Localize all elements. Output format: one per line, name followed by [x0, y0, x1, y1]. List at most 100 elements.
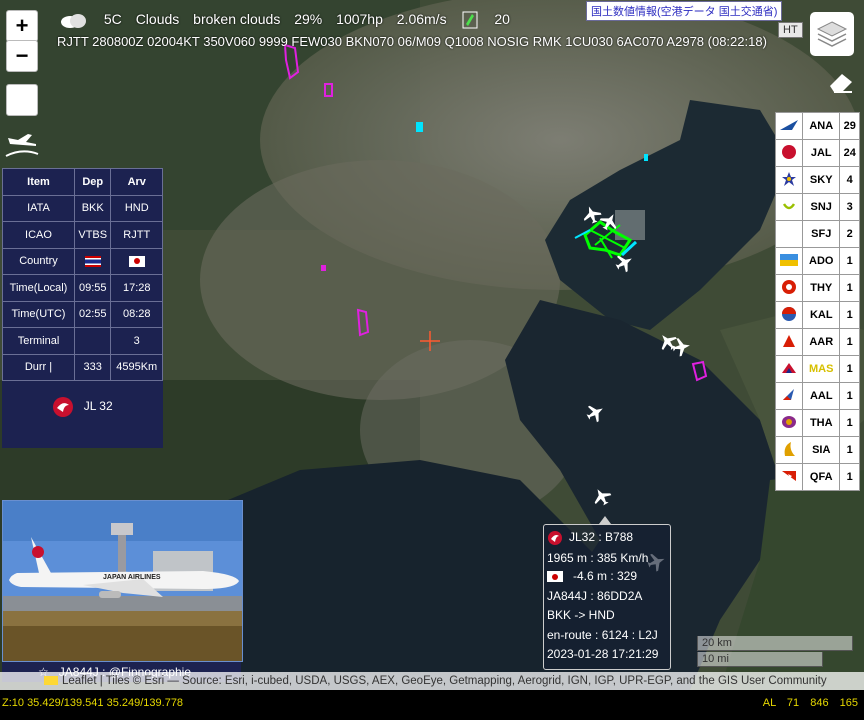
- airline-code: SNJ: [801, 193, 841, 221]
- aircraft-popup[interactable]: JL32 : B788 1965 m : 385 Km/h -4.6 m : 3…: [543, 524, 671, 670]
- table-row: ICAO VTBS RJTT: [2, 221, 163, 249]
- airdo-logo-icon: [780, 253, 798, 266]
- korean-air-logo-icon: [782, 306, 796, 321]
- layers-icon: [816, 21, 848, 47]
- table-row: Time(Local) 09:55 17:28: [2, 274, 163, 302]
- airline-count: 1: [839, 463, 860, 491]
- airline-count: 1: [839, 328, 860, 356]
- weather-temp: 5C: [103, 10, 122, 27]
- list-item[interactable]: AAL 1: [775, 382, 860, 410]
- row-arv: 17:28: [110, 274, 163, 302]
- popup-line-3: -4.6 m : 329: [547, 569, 637, 583]
- row-arv: RJTT: [110, 221, 163, 249]
- popup-altitude-speed: 1965 m : 385 Km/h: [547, 551, 649, 565]
- row-label: Time(Local): [2, 274, 75, 302]
- japan-flag-icon: [128, 255, 145, 267]
- row-arv: 4595Km: [110, 353, 163, 381]
- airline-code: MAS: [801, 355, 841, 383]
- count-1: 71: [786, 697, 800, 709]
- skymark-logo-icon: [782, 171, 796, 186]
- weather-bar: 5C Clouds broken clouds 29% 1007hp 2.06m…: [58, 10, 520, 30]
- list-item[interactable]: JAL 24: [775, 139, 860, 167]
- list-item[interactable]: AAR 1: [775, 328, 860, 356]
- list-item[interactable]: ANA 29: [775, 112, 860, 140]
- row-dep: VTBS: [73, 221, 112, 249]
- airline-count: 1: [839, 247, 860, 275]
- jal-crane-logo-icon: [53, 397, 74, 417]
- list-item[interactable]: ADO 1: [775, 247, 860, 275]
- airline-code: SIA: [801, 436, 841, 464]
- scale-km: 20 km: [697, 636, 853, 651]
- airline-code: THA: [801, 409, 841, 437]
- airline-count: 1: [839, 274, 860, 302]
- ana-logo-icon: [780, 119, 798, 130]
- header-dep: Dep: [73, 168, 112, 196]
- airline-code: KAL: [801, 301, 841, 329]
- list-item[interactable]: KAL 1: [775, 301, 860, 329]
- popup-status: en-route : 6124 : L2J: [547, 628, 658, 642]
- zoom-out-button[interactable]: −: [6, 40, 38, 72]
- airline-code: AAL: [801, 382, 841, 410]
- metar-text: RJTT 280800Z 02004KT 350V060 9999 FEW030…: [57, 34, 767, 49]
- turkish-logo-icon: [782, 279, 796, 294]
- row-dep: 333: [73, 353, 112, 381]
- row-dep: 09:55: [73, 274, 112, 302]
- popup-callsign-type: JL32 : B788: [569, 530, 634, 545]
- header-item: Item: [2, 168, 75, 196]
- map-attribution[interactable]: Leaflet | Tiles © Esri — Source: Esri, i…: [0, 672, 864, 690]
- list-item[interactable]: SKY 4: [775, 166, 860, 194]
- square-draw-button[interactable]: [6, 84, 38, 116]
- row-dep: [73, 327, 112, 355]
- row-label: Durr |: [2, 353, 75, 381]
- airline-code: SKY: [801, 166, 841, 194]
- row-dep: 02:55: [73, 300, 112, 328]
- flight-label-row[interactable]: JL 32: [2, 396, 163, 418]
- zoom-in-button[interactable]: +: [6, 10, 38, 42]
- list-item[interactable]: THA 1: [775, 409, 860, 437]
- aircraft-counts: AL 71 846 165: [755, 697, 858, 709]
- flight-mode-icon[interactable]: [4, 126, 40, 160]
- table-row: Durr | 333 4595Km: [2, 353, 163, 381]
- eraser-icon[interactable]: [826, 68, 856, 94]
- asiana-logo-icon: [783, 334, 795, 347]
- list-item[interactable]: THY 1: [775, 274, 860, 302]
- list-item[interactable]: SFJ 2: [775, 220, 860, 248]
- gsi-label[interactable]: 国土数値情報(空港データ 国土交通省): [586, 1, 783, 21]
- header-arv: Arv: [110, 168, 163, 196]
- table-row: IATA BKK HND: [2, 194, 163, 222]
- jal-logo-icon: [782, 144, 796, 159]
- popup-pointer: [599, 516, 611, 524]
- row-dep: [73, 247, 112, 275]
- list-item[interactable]: SIA 1: [775, 436, 860, 464]
- list-item[interactable]: MAS 1: [775, 355, 860, 383]
- thai-logo-icon: [782, 415, 796, 428]
- thailand-flag-icon: [84, 255, 101, 267]
- malaysia-logo-icon: [782, 362, 796, 373]
- wind-direction-icon: [462, 11, 478, 29]
- airline-code: THY: [801, 274, 841, 302]
- row-arv: HND: [110, 194, 163, 222]
- popup-line-1: JL32 : B788: [547, 530, 633, 546]
- aircraft-photo-image: JAPAN AIRLINES: [3, 501, 242, 661]
- aircraft-photo[interactable]: JAPAN AIRLINES: [2, 500, 243, 662]
- airline-count: 4: [839, 166, 860, 194]
- airline-count: 29: [839, 112, 860, 140]
- airline-count: 1: [839, 409, 860, 437]
- list-item[interactable]: QFA 1: [775, 463, 860, 491]
- layers-button[interactable]: [810, 12, 854, 56]
- qantas-logo-icon: [782, 470, 796, 481]
- row-arv: 3: [110, 327, 163, 355]
- popup-registration: JA844J : 86DD2A: [547, 589, 643, 603]
- livery-text: JAPAN AIRLINES: [103, 574, 161, 581]
- count-3: 165: [839, 697, 858, 709]
- row-label: IATA: [2, 194, 75, 222]
- airline-count: 1: [839, 436, 860, 464]
- flight-number: JL 32: [83, 399, 113, 414]
- ht-label[interactable]: HT: [778, 22, 803, 38]
- weather-description: broken clouds: [193, 10, 281, 27]
- list-item[interactable]: SNJ 3: [775, 193, 860, 221]
- row-label: Time(UTC): [2, 300, 75, 328]
- airline-code: SFJ: [801, 220, 841, 248]
- zoom-coords: Z:10 35.429/139.541 35.249/139.778: [2, 697, 184, 709]
- weather-count: 20: [494, 10, 510, 27]
